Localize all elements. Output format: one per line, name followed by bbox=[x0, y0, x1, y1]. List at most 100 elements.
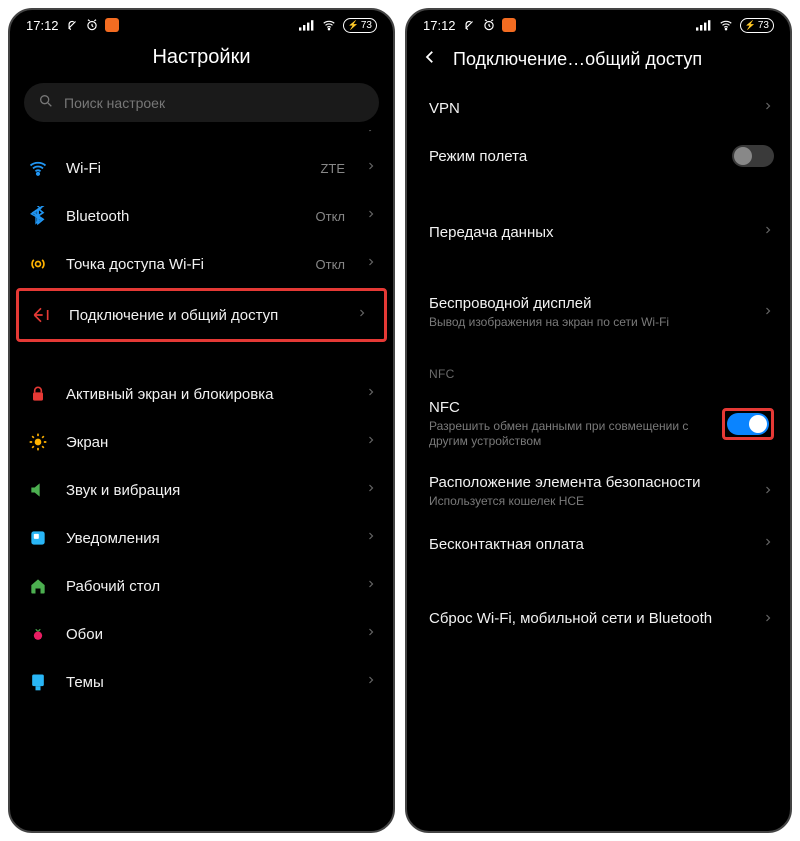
dnd-icon bbox=[65, 18, 79, 32]
chevron-right-icon bbox=[762, 99, 774, 117]
row-label: Wi-Fi bbox=[66, 160, 304, 177]
row-label: Передача данных bbox=[429, 224, 746, 241]
row-secure-element[interactable]: Расположение элемента безопасности Испол… bbox=[407, 462, 790, 522]
signal-icon bbox=[299, 19, 315, 31]
status-bar: 17:12 ⚡73 bbox=[407, 10, 790, 36]
chevron-right-icon bbox=[762, 611, 774, 629]
row-label: Bluetooth bbox=[66, 208, 300, 225]
signal-icon bbox=[696, 19, 712, 31]
row-label: Уведомления bbox=[66, 530, 349, 547]
section-label-nfc: NFC bbox=[407, 343, 790, 387]
row-themes[interactable]: Темы bbox=[10, 658, 393, 706]
alarm-icon bbox=[482, 18, 496, 32]
row-label: Звук и вибрация bbox=[66, 482, 349, 499]
chevron-right-icon bbox=[365, 207, 377, 225]
chevron-right-icon bbox=[365, 130, 377, 139]
chevron-right-icon bbox=[762, 535, 774, 553]
row-value: Откл bbox=[316, 257, 346, 272]
app-badge-icon bbox=[502, 18, 516, 32]
row-label: Режим полета bbox=[429, 148, 716, 165]
row-value: ZTE bbox=[320, 161, 345, 176]
status-time: 17:12 bbox=[26, 18, 59, 33]
chevron-right-icon bbox=[365, 625, 377, 643]
notifications-icon bbox=[28, 528, 48, 548]
row-connection-sharing[interactable]: Подключение и общий доступ bbox=[19, 291, 384, 339]
row-label: Активный экран и блокировка bbox=[66, 386, 349, 403]
home-icon bbox=[28, 576, 48, 596]
row-wireless-display[interactable]: Беспроводной дисплей Вывод изображения н… bbox=[407, 283, 790, 343]
row-desktop[interactable]: Рабочий стол bbox=[10, 562, 393, 610]
battery-indicator: ⚡73 bbox=[740, 18, 774, 33]
row-reset-network[interactable]: Сброс Wi-Fi, мобильной сети и Bluetooth bbox=[407, 595, 790, 643]
chevron-right-icon bbox=[762, 304, 774, 322]
chevron-right-icon bbox=[365, 529, 377, 547]
chevron-right-icon bbox=[365, 481, 377, 499]
page-header: Подключение…общий доступ bbox=[407, 36, 790, 85]
row-data-transfer[interactable]: Передача данных bbox=[407, 209, 790, 255]
chevron-right-icon bbox=[365, 255, 377, 273]
battery-indicator: ⚡73 bbox=[343, 18, 377, 33]
chevron-right-icon bbox=[365, 385, 377, 403]
dnd-icon bbox=[462, 18, 476, 32]
phone-settings: 17:12 ⚡73 Настройки Поиск настрое bbox=[8, 8, 395, 833]
chevron-right-icon bbox=[365, 159, 377, 177]
highlight-connection-sharing: Подключение и общий доступ bbox=[16, 288, 387, 342]
search-icon bbox=[38, 93, 54, 112]
row-label: Темы bbox=[66, 674, 349, 691]
row-label: Беспроводной дисплей bbox=[429, 295, 746, 312]
row-display[interactable]: Экран bbox=[10, 418, 393, 466]
lock-icon bbox=[28, 384, 48, 404]
row-sound[interactable]: Звук и вибрация bbox=[10, 466, 393, 514]
row-nfc[interactable]: NFC Разрешить обмен данными при совмещен… bbox=[407, 387, 790, 462]
row-sim-truncated[interactable] bbox=[10, 130, 393, 144]
row-wallpaper[interactable]: Обои bbox=[10, 610, 393, 658]
status-time: 17:12 bbox=[423, 18, 456, 33]
search-input[interactable]: Поиск настроек bbox=[24, 83, 379, 122]
chevron-right-icon bbox=[356, 306, 368, 324]
toggle-airplane[interactable] bbox=[732, 145, 774, 167]
row-label: Точка доступа Wi-Fi bbox=[66, 256, 300, 273]
row-wifi[interactable]: Wi-Fi ZTE bbox=[10, 144, 393, 192]
row-lockscreen[interactable]: Активный экран и блокировка bbox=[10, 370, 393, 418]
search-placeholder: Поиск настроек bbox=[64, 95, 165, 111]
themes-icon bbox=[28, 672, 48, 692]
row-value: Откл bbox=[316, 209, 346, 224]
share-icon bbox=[31, 305, 51, 325]
chevron-right-icon bbox=[762, 223, 774, 241]
page-title: Настройки bbox=[10, 36, 393, 83]
row-label: Обои bbox=[66, 626, 349, 643]
sim-icon bbox=[28, 130, 48, 134]
phone-connection-sharing: 17:12 ⚡73 Подключение…общий доступ bbox=[405, 8, 792, 833]
back-button[interactable] bbox=[421, 48, 439, 71]
row-label: Рабочий стол bbox=[66, 578, 349, 595]
status-bar: 17:12 ⚡73 bbox=[10, 10, 393, 36]
connection-list: VPN Режим полета Передача данных Беспров… bbox=[407, 85, 790, 831]
row-hotspot[interactable]: Точка доступа Wi-Fi Откл bbox=[10, 240, 393, 288]
wifi-icon bbox=[28, 158, 48, 178]
chevron-right-icon bbox=[365, 577, 377, 595]
wifi-icon bbox=[718, 18, 734, 32]
row-subtitle: Используется кошелек HCE bbox=[429, 494, 746, 510]
alarm-icon bbox=[85, 18, 99, 32]
row-bluetooth[interactable]: Bluetooth Откл bbox=[10, 192, 393, 240]
row-subtitle: Разрешить обмен данными при совмещении с… bbox=[429, 419, 706, 450]
highlight-nfc-toggle bbox=[722, 408, 774, 440]
row-notifications[interactable]: Уведомления bbox=[10, 514, 393, 562]
row-label: Расположение элемента безопасности bbox=[429, 474, 746, 491]
row-label: Экран bbox=[66, 434, 349, 451]
toggle-nfc[interactable] bbox=[727, 413, 769, 435]
app-badge-icon bbox=[105, 18, 119, 32]
sound-icon bbox=[28, 480, 48, 500]
row-contactless-pay[interactable]: Бесконтактная оплата bbox=[407, 521, 790, 567]
bluetooth-icon bbox=[28, 206, 48, 226]
brightness-icon bbox=[28, 432, 48, 452]
hotspot-icon bbox=[28, 254, 48, 274]
row-airplane[interactable]: Режим полета bbox=[407, 131, 790, 181]
settings-list: Wi-Fi ZTE Bluetooth Откл Точка доступа W… bbox=[10, 130, 393, 831]
row-vpn[interactable]: VPN bbox=[407, 85, 790, 131]
chevron-right-icon bbox=[365, 433, 377, 451]
row-label: NFC bbox=[429, 399, 706, 416]
chevron-right-icon bbox=[365, 673, 377, 691]
row-label: Бесконтактная оплата bbox=[429, 536, 746, 553]
wallpaper-icon bbox=[28, 624, 48, 644]
